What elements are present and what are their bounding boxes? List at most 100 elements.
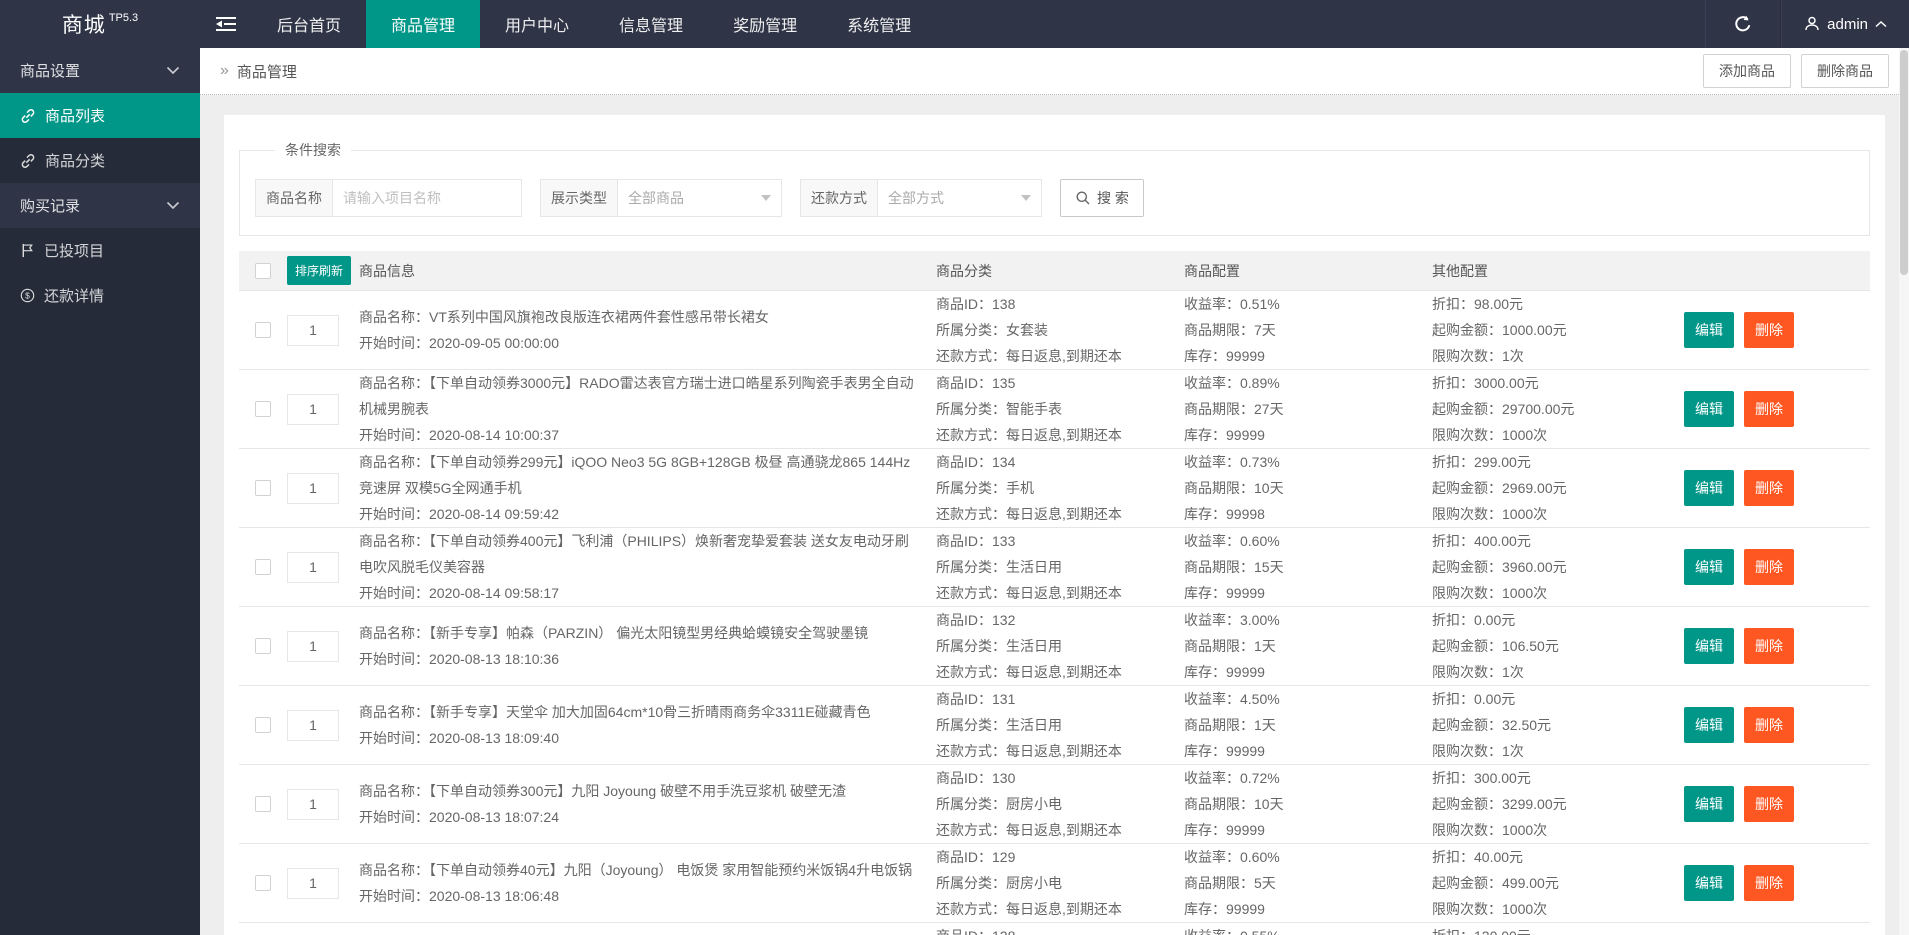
discount: 3000.00元 xyxy=(1474,375,1539,391)
edit-button[interactable]: 编辑 xyxy=(1684,865,1734,901)
sidebar-group-goods-settings[interactable]: 商品设置 xyxy=(0,48,200,93)
sidebar-item-goods-category[interactable]: 商品分类 xyxy=(0,138,200,183)
header-goods-category: 商品分类 xyxy=(936,258,1184,284)
topnav-item-rewards[interactable]: 奖励管理 xyxy=(708,0,822,48)
edit-button[interactable]: 编辑 xyxy=(1684,391,1734,427)
delete-goods-button[interactable]: 删除商品 xyxy=(1801,54,1889,88)
discount-line: 折扣：400.00元 xyxy=(1432,528,1684,554)
stock: 99999 xyxy=(1226,822,1265,838)
topnav-item-dashboard[interactable]: 后台首页 xyxy=(252,0,366,48)
delete-button[interactable]: 删除 xyxy=(1744,865,1794,901)
edit-button[interactable]: 编辑 xyxy=(1684,628,1734,664)
limit-line: 限购次数：1000次 xyxy=(1432,896,1684,922)
sort-number-input[interactable] xyxy=(287,789,339,820)
product-name-line: 商品名称：【新手专享】帕森（PARZIN） 偏光太阳镜型男经典蛤蟆镜安全驾驶墨镜 xyxy=(359,620,914,646)
stock-line: 库存：99999 xyxy=(1184,422,1432,448)
row-checkbox[interactable] xyxy=(255,401,271,417)
select-all-checkbox[interactable] xyxy=(255,263,271,279)
search-fieldset: 条件搜索 商品名称 展示类型 全部商品 xyxy=(239,140,1870,236)
category: 生活日用 xyxy=(1006,559,1062,575)
menu-toggle-icon[interactable] xyxy=(200,0,252,48)
refresh-icon xyxy=(1734,15,1752,33)
product-name: VT系列中国风旗袍改良版连衣裙两件套性感吊带长裙女 xyxy=(429,309,769,325)
sort-number-input[interactable] xyxy=(287,710,339,741)
stock: 99999 xyxy=(1226,348,1265,364)
edit-button[interactable]: 编辑 xyxy=(1684,470,1734,506)
edit-button[interactable]: 编辑 xyxy=(1684,786,1734,822)
min-buy-amount: 3960.00元 xyxy=(1502,559,1567,575)
topnav-item-users[interactable]: 用户中心 xyxy=(480,0,594,48)
discount: 300.00元 xyxy=(1474,770,1531,786)
topnav-item-goods[interactable]: 商品管理 xyxy=(366,0,480,48)
refresh-button[interactable] xyxy=(1705,0,1781,48)
min-buy-amount: 32.50元 xyxy=(1502,717,1551,733)
row-checkbox[interactable] xyxy=(255,559,271,575)
start-time-line: 开始时间：2020-08-14 10:00:37 xyxy=(359,422,914,448)
product-name-line: 商品名称：【新手专享】天堂伞 加大加固64cm*10骨三折晴雨商务伞3311E碰… xyxy=(359,699,914,725)
row-checkbox[interactable] xyxy=(255,796,271,812)
sort-number-input[interactable] xyxy=(287,868,339,899)
scrollbar-thumb[interactable] xyxy=(1900,50,1908,275)
topnav-item-system[interactable]: 系统管理 xyxy=(822,0,936,48)
goods-name-input[interactable] xyxy=(332,179,522,217)
edit-button[interactable]: 编辑 xyxy=(1684,549,1734,585)
limit-line: 限购次数：1000次 xyxy=(1432,501,1684,527)
sort-number-input[interactable] xyxy=(287,631,339,662)
display-type-label: 展示类型 xyxy=(540,179,617,217)
delete-button[interactable]: 删除 xyxy=(1744,786,1794,822)
edit-button[interactable]: 编辑 xyxy=(1684,707,1734,743)
delete-button[interactable]: 删除 xyxy=(1744,391,1794,427)
repay-type-select[interactable]: 全部方式 xyxy=(877,179,1042,217)
sort-number-input[interactable] xyxy=(287,394,339,425)
username: admin xyxy=(1827,16,1868,33)
search-button[interactable]: 搜 索 xyxy=(1060,179,1144,217)
min-buy-line: 起购金额：32.50元 xyxy=(1432,712,1684,738)
repay-method: 每日返息,到期还本 xyxy=(1006,901,1122,917)
sort-refresh-button[interactable]: 排序刷新 xyxy=(287,256,351,285)
row-checkbox[interactable] xyxy=(255,717,271,733)
delete-button[interactable]: 删除 xyxy=(1744,549,1794,585)
term: 1天 xyxy=(1254,717,1276,733)
purchase-limit: 1000次 xyxy=(1502,901,1547,917)
topbar-right: admin xyxy=(1705,0,1909,48)
term-line: 商品期限：10天 xyxy=(1184,791,1432,817)
table-row: 商品名称：【下单自动领券120元】苏泊尔(SUPOR)破壁机 榨汁机豆浆机果汁机… xyxy=(239,923,1870,935)
link-icon xyxy=(20,108,36,124)
edit-button[interactable]: 编辑 xyxy=(1684,312,1734,348)
start-time: 2020-08-13 18:09:40 xyxy=(429,730,559,746)
delete-button[interactable]: 删除 xyxy=(1744,707,1794,743)
row-checkbox[interactable] xyxy=(255,638,271,654)
sort-number-input[interactable] xyxy=(287,473,339,504)
sort-number-input[interactable] xyxy=(287,552,339,583)
row-checkbox[interactable] xyxy=(255,480,271,496)
sidebar-item-invested-projects[interactable]: 已投项目 xyxy=(0,228,200,273)
app-logo[interactable]: 商城 TP5.3 xyxy=(0,0,200,48)
topnav-item-info[interactable]: 信息管理 xyxy=(594,0,708,48)
delete-button[interactable]: 删除 xyxy=(1744,628,1794,664)
row-checkbox[interactable] xyxy=(255,322,271,338)
delete-button[interactable]: 删除 xyxy=(1744,470,1794,506)
term: 7天 xyxy=(1254,322,1276,338)
sidebar-group-purchase-records[interactable]: 购买记录 xyxy=(0,183,200,228)
product-id-line: 商品ID：130 xyxy=(936,765,1184,791)
min-buy-amount: 499.00元 xyxy=(1502,875,1559,891)
sidebar-item-goods-list[interactable]: 商品列表 xyxy=(0,93,200,138)
yield-rate: 4.50% xyxy=(1240,691,1280,707)
min-buy-line: 起购金额：2969.00元 xyxy=(1432,475,1684,501)
delete-button[interactable]: 删除 xyxy=(1744,312,1794,348)
add-goods-button[interactable]: 添加商品 xyxy=(1703,54,1791,88)
discount-line: 折扣：40.00元 xyxy=(1432,844,1684,870)
row-checkbox[interactable] xyxy=(255,875,271,891)
chevron-down-icon xyxy=(166,201,180,210)
sort-number-input[interactable] xyxy=(287,315,339,346)
limit-line: 限购次数：1次 xyxy=(1432,738,1684,764)
display-type-select[interactable]: 全部商品 xyxy=(617,179,782,217)
stock: 99999 xyxy=(1226,585,1265,601)
table-row: 商品名称：【新手专享】帕森（PARZIN） 偏光太阳镜型男经典蛤蟆镜安全驾驶墨镜… xyxy=(239,607,1870,686)
repay-method: 每日返息,到期还本 xyxy=(1006,427,1122,443)
sidebar-item-repayment-detail[interactable]: $ 还款详情 xyxy=(0,273,200,318)
term: 10天 xyxy=(1254,796,1284,812)
user-menu[interactable]: admin xyxy=(1781,0,1909,48)
sidebar-group-label: 商品设置 xyxy=(20,60,80,81)
scrollbar[interactable] xyxy=(1899,48,1909,935)
